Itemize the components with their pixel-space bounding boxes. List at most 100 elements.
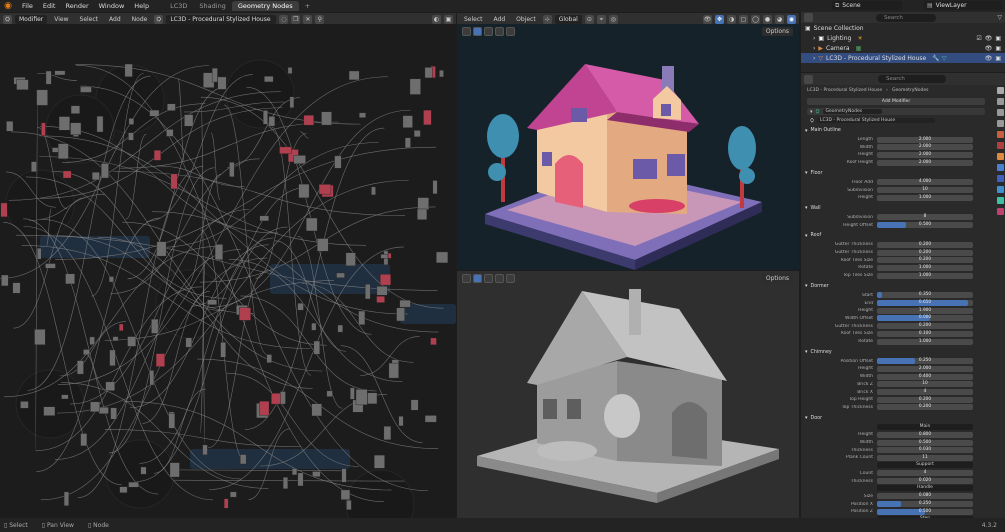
property-value-field[interactable]: 1.000 bbox=[877, 264, 973, 271]
graph-node[interactable] bbox=[297, 472, 304, 487]
graph-node[interactable] bbox=[112, 336, 119, 342]
graph-node[interactable] bbox=[45, 263, 56, 269]
property-value-field[interactable]: 0.250 bbox=[877, 358, 973, 365]
camera-render-icon[interactable]: ▣ bbox=[995, 35, 1001, 42]
snap-icon[interactable]: ⌖ bbox=[596, 14, 606, 24]
property-value-field[interactable]: 2.000 bbox=[877, 144, 973, 151]
graph-node[interactable] bbox=[31, 161, 37, 172]
graph-node[interactable] bbox=[337, 324, 343, 333]
graph-node[interactable] bbox=[379, 274, 391, 286]
property-value-field[interactable]: 10 bbox=[877, 381, 973, 388]
property-value-field[interactable]: 0.500 bbox=[877, 222, 973, 229]
graph-node[interactable] bbox=[424, 67, 433, 79]
node-graph[interactable] bbox=[0, 24, 456, 518]
graph-node[interactable] bbox=[291, 468, 298, 476]
xray-icon[interactable]: ▢ bbox=[739, 14, 748, 24]
object-tab-icon[interactable] bbox=[996, 153, 1004, 160]
property-value-field[interactable]: 0.080 bbox=[877, 493, 973, 500]
outliner-item-lighting[interactable]: › ▣ Lighting ☀ ☑ 👁 ▣ bbox=[801, 33, 1005, 43]
graph-node[interactable] bbox=[43, 406, 56, 416]
expand-icon[interactable]: › bbox=[813, 45, 815, 52]
graph-node[interactable] bbox=[128, 118, 135, 125]
graph-node[interactable] bbox=[149, 370, 155, 386]
graph-node[interactable] bbox=[306, 217, 318, 232]
graph-node[interactable] bbox=[65, 273, 75, 285]
graph-node[interactable] bbox=[169, 462, 180, 478]
outliner-editor-icon[interactable] bbox=[804, 13, 813, 22]
property-value-field[interactable]: 0.200 bbox=[877, 249, 973, 256]
graph-node[interactable] bbox=[376, 295, 385, 303]
node-frame[interactable] bbox=[225, 59, 295, 129]
graph-node[interactable] bbox=[359, 112, 366, 118]
graph-node[interactable] bbox=[396, 307, 405, 322]
graph-node[interactable] bbox=[432, 180, 438, 195]
tool-tab-icon[interactable] bbox=[996, 87, 1004, 94]
graph-node[interactable] bbox=[118, 323, 124, 331]
graph-node[interactable] bbox=[271, 393, 281, 405]
property-value-field[interactable]: 0.030 bbox=[877, 447, 973, 454]
graph-node[interactable] bbox=[268, 116, 276, 127]
graph-node[interactable] bbox=[223, 498, 229, 509]
node-frame-highlight[interactable] bbox=[190, 449, 350, 469]
graph-node[interactable] bbox=[1, 274, 9, 287]
pin-icon[interactable]: ⚲ bbox=[315, 14, 325, 24]
graph-node[interactable] bbox=[334, 155, 342, 169]
property-value-field[interactable]: 10 bbox=[877, 187, 973, 193]
graph-node[interactable] bbox=[289, 96, 295, 108]
view-layer-tab-icon[interactable] bbox=[996, 120, 1004, 127]
graph-node[interactable] bbox=[6, 120, 14, 132]
graph-node[interactable] bbox=[166, 129, 174, 137]
graph-node[interactable] bbox=[149, 109, 160, 117]
graph-node[interactable] bbox=[346, 499, 352, 510]
graph-node[interactable] bbox=[202, 444, 208, 456]
graph-node[interactable] bbox=[211, 67, 218, 83]
graph-node[interactable] bbox=[124, 63, 133, 77]
graph-node[interactable] bbox=[436, 251, 449, 264]
graph-node[interactable] bbox=[96, 115, 104, 133]
property-value-field[interactable]: 1.000 bbox=[877, 194, 973, 201]
graph-node[interactable] bbox=[61, 394, 69, 400]
fake-user-icon[interactable]: ◌ bbox=[279, 14, 289, 24]
graph-node[interactable] bbox=[293, 155, 306, 164]
eye-icon[interactable]: 👁 bbox=[985, 55, 993, 62]
panel-section[interactable]: Chimney bbox=[805, 349, 987, 356]
graph-node[interactable] bbox=[109, 349, 116, 366]
graph-node[interactable] bbox=[58, 116, 70, 131]
graph-node[interactable] bbox=[0, 202, 8, 218]
node-editor-canvas[interactable] bbox=[0, 24, 456, 518]
graph-node[interactable] bbox=[439, 70, 444, 78]
graph-node[interactable] bbox=[90, 401, 100, 413]
property-value-field[interactable]: 4 bbox=[877, 470, 973, 477]
tab-lc3d[interactable]: LC3D bbox=[164, 1, 193, 11]
modifier-node-group-row[interactable]: ⛭ LC3D - Procedural Stylized House bbox=[807, 117, 985, 124]
graph-node[interactable] bbox=[105, 381, 115, 391]
graph-node[interactable] bbox=[317, 238, 329, 252]
expand-icon[interactable]: › bbox=[813, 35, 815, 42]
property-value-field[interactable]: 0.200 bbox=[877, 323, 973, 330]
property-value-field[interactable]: 2.000 bbox=[877, 365, 973, 372]
particles-tab-icon[interactable] bbox=[996, 175, 1004, 182]
graph-node[interactable] bbox=[110, 407, 117, 420]
camera-render-icon[interactable]: ▣ bbox=[995, 55, 1001, 62]
graph-node[interactable] bbox=[409, 78, 421, 95]
graph-node[interactable] bbox=[76, 360, 84, 375]
graph-node[interactable] bbox=[83, 349, 90, 355]
graph-node[interactable] bbox=[70, 105, 80, 114]
properties-editor-icon[interactable] bbox=[804, 74, 813, 84]
graph-node[interactable] bbox=[373, 454, 385, 469]
data-tab-icon[interactable] bbox=[996, 197, 1004, 204]
viewport-solid[interactable]: Options bbox=[457, 271, 799, 518]
modifier-node-group[interactable]: LC3D - Procedural Stylized House bbox=[817, 118, 936, 123]
property-value-field[interactable]: 0.200 bbox=[877, 404, 973, 411]
menu-edit[interactable]: Edit bbox=[38, 2, 61, 10]
graph-node[interactable] bbox=[63, 491, 69, 506]
world-tab-icon[interactable] bbox=[996, 142, 1004, 149]
graph-node[interactable] bbox=[20, 401, 29, 409]
property-value-field[interactable]: 0.500 bbox=[877, 439, 973, 446]
property-value-field[interactable]: 0.000 bbox=[877, 315, 973, 322]
graph-node[interactable] bbox=[62, 170, 72, 179]
graph-node[interactable] bbox=[430, 337, 437, 346]
modifier-name-field[interactable]: GeometryNodes bbox=[822, 109, 883, 114]
graph-node[interactable] bbox=[326, 390, 333, 397]
graph-node[interactable] bbox=[217, 76, 227, 90]
